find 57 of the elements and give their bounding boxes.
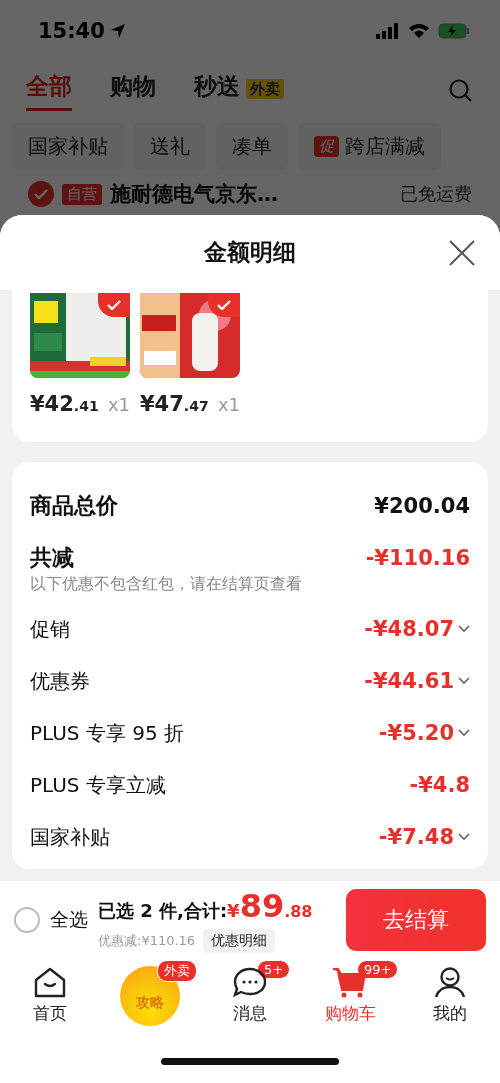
discount-item-label: 国家补贴 bbox=[30, 823, 110, 851]
category-tab[interactable]: 购物 bbox=[110, 71, 156, 111]
filter-chip[interactable]: 送礼 bbox=[134, 122, 206, 170]
select-all-radio[interactable] bbox=[14, 906, 40, 933]
product-price: ¥42.41 bbox=[30, 392, 99, 416]
total-value: ¥200.04 bbox=[374, 494, 470, 518]
count-badge: 5+ bbox=[257, 960, 291, 979]
store-checkbox[interactable] bbox=[28, 181, 54, 207]
count-badge: 外卖 bbox=[157, 960, 197, 982]
product-quantity: x1 bbox=[217, 394, 240, 415]
product-price: ¥47.47 bbox=[140, 392, 209, 416]
saved-amount: 优惠减:¥110.16 bbox=[98, 931, 196, 950]
discount-value: -¥110.16 bbox=[365, 546, 470, 570]
shipping-note: 已免运费 bbox=[400, 182, 472, 206]
discount-item-value: -¥5.20 bbox=[378, 721, 454, 745]
select-all-label[interactable]: 全选 bbox=[50, 906, 88, 933]
count-badge: 99+ bbox=[357, 960, 399, 979]
profile-icon bbox=[433, 966, 467, 998]
discount-item-label: PLUS 专享 95 折 bbox=[30, 719, 185, 747]
store-name[interactable]: 施耐德电气京东… bbox=[110, 180, 278, 208]
tab-badge: 外卖 bbox=[246, 79, 284, 99]
filter-chip[interactable]: 促 跨店满减 bbox=[298, 122, 441, 170]
close-button[interactable] bbox=[448, 239, 476, 267]
search-icon[interactable] bbox=[448, 78, 474, 104]
category-tab[interactable]: 秒送 外卖 bbox=[194, 71, 284, 111]
discount-label: 共减 bbox=[30, 544, 74, 572]
discount-item-value: -¥4.8 bbox=[409, 773, 470, 797]
discount-item-label: 优惠券 bbox=[30, 667, 90, 695]
chevron-down-icon[interactable] bbox=[458, 729, 470, 737]
product-quantity: x1 bbox=[107, 394, 130, 415]
wifi-icon bbox=[408, 23, 430, 39]
discount-details-button[interactable]: 优惠明细 bbox=[203, 928, 276, 953]
store-tag: 自营 bbox=[62, 183, 102, 205]
nav-tab[interactable]: 首页 bbox=[15, 966, 85, 1025]
filter-chip[interactable]: 凑单 bbox=[216, 122, 288, 170]
promo-tag: 促 bbox=[314, 135, 339, 157]
chevron-down-icon[interactable] bbox=[458, 677, 470, 685]
total-summary: 已选 2 件,合计:¥89.88 bbox=[98, 886, 314, 925]
category-tab[interactable]: 全部 bbox=[26, 71, 72, 111]
signal-icon bbox=[376, 23, 400, 39]
chevron-down-icon[interactable] bbox=[458, 625, 470, 633]
discount-note: 以下优惠不包含红包，请在结算页查看 bbox=[30, 574, 303, 595]
checkout-button[interactable]: 去结算 bbox=[346, 888, 486, 951]
discount-item-value: -¥48.07 bbox=[364, 617, 454, 641]
sheet-title: 金额明细 bbox=[204, 238, 296, 267]
discount-item-value: -¥7.48 bbox=[378, 825, 454, 849]
clock-time: 15:40 bbox=[38, 19, 127, 43]
filter-chip[interactable]: 国家补贴 bbox=[12, 122, 124, 170]
battery-charging-icon bbox=[438, 23, 470, 39]
discount-item-value: -¥44.61 bbox=[364, 669, 454, 693]
total-label: 商品总价 bbox=[30, 492, 118, 520]
check-icon bbox=[34, 189, 48, 199]
discount-item-label: 促销 bbox=[30, 615, 70, 643]
nav-tab[interactable]: 我的 bbox=[415, 966, 485, 1025]
home-icon bbox=[33, 966, 67, 998]
discount-item-label: PLUS 专享立减 bbox=[30, 771, 166, 799]
chevron-down-icon[interactable] bbox=[458, 833, 470, 841]
